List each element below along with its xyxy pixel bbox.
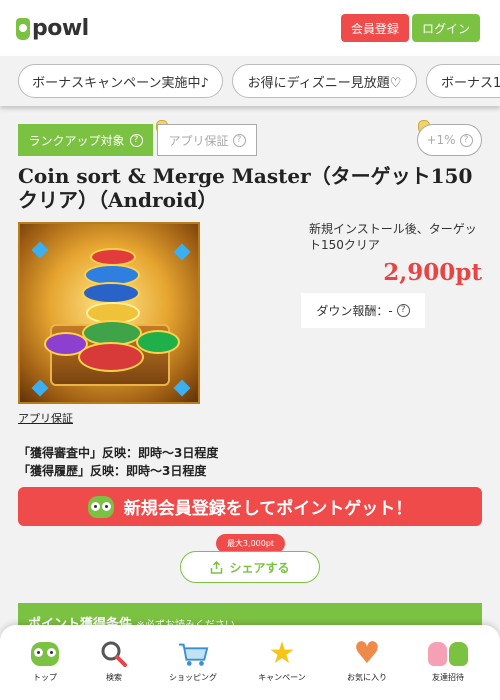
cta-label: 新規会員登録をしてポイントゲット！ [123,499,413,519]
percent-label: +1% [426,133,456,147]
nav-item-search[interactable]: 検索 [72,639,156,695]
downline-reward[interactable]: ダウン報酬：- ? [301,293,425,328]
downline-reward-label: ダウン報酬：- [316,304,393,318]
app-guarantee-label: アプリ保証 [168,133,229,148]
offer-condition: 新規インストール後、ターゲット150クリア [309,222,477,252]
nav-label: ショッピング [169,673,217,682]
share-label: シェアする [229,560,290,575]
campaign-pill[interactable]: ボーナス10 [426,64,500,98]
nav-item-favorites[interactable]: ♥ お気に入り [325,639,409,695]
nav-label: トップ [33,673,57,682]
help-icon: ? [396,304,410,317]
reflect-info: 「獲得審査中」反映：即時～3日程度 「獲得履歴」反映：即時～3日程度 [18,444,218,480]
percent-badge[interactable]: +1% ? [417,124,482,156]
header: powl 会員登録 ログイン [0,0,500,56]
campaign-pill[interactable]: ボーナスキャンペーン実施中♪ [18,64,223,98]
login-button[interactable]: ログイン [412,14,480,42]
campaign-bar: ボーナスキャンペーン実施中♪ お得にディズニー見放題♡ ボーナス10 [0,56,500,106]
share-button[interactable]: シェアする [180,551,320,583]
friends-icon [426,639,470,669]
nav-label: 友達招待 [432,673,464,682]
nav-label: 検索 [106,673,122,682]
app-guarantee-badge[interactable]: アプリ保証 ? [157,124,257,156]
app-guarantee-link[interactable]: アプリ保証 [18,410,73,426]
owl-icon [29,639,61,669]
search-icon [98,639,130,669]
help-icon: ? [459,133,473,147]
nav-item-campaign[interactable]: ★ キャンペーン [240,639,324,695]
register-button[interactable]: 会員登録 [341,14,409,42]
reflect-pending: 「獲得審査中」反映：即時～3日程度 [18,446,219,460]
logo-text: powl [32,16,89,41]
bottom-nav: トップ 検索 ショッピング ★ キャンペーン ♥ お気に入り 友達招待 [0,625,500,700]
help-icon: ? [232,133,246,147]
nav-label: キャンペーン [258,673,306,682]
heart-icon: ♥ [353,636,381,671]
offer-points: 2,900pt [383,259,482,286]
app-icon-image [18,222,200,404]
reflect-history: 「獲得履歴」反映：即時～3日程度 [18,464,207,478]
share-icon [211,560,223,574]
powl-logo[interactable]: powl [16,16,89,41]
cart-icon [177,639,209,669]
nav-item-shopping[interactable]: ショッピング [151,639,235,695]
nav-item-invite[interactable]: 友達招待 [406,639,490,695]
star-icon: ★ [268,636,296,671]
register-cta-button[interactable]: 新規会員登録をしてポイントゲット！ [18,487,482,526]
owl-icon [87,495,114,518]
rank-up-badge[interactable]: ランクアップ対象 ? [18,124,153,156]
rank-up-label: ランクアップ対象 [28,133,125,148]
owl-logo-icon [16,17,30,40]
campaign-pill[interactable]: お得にディズニー見放題♡ [232,64,417,98]
offer-title: Coin sort & Merge Master（ターゲット150クリア）（An… [18,164,473,212]
nav-label: お気に入り [347,673,387,682]
help-icon: ? [129,133,143,147]
